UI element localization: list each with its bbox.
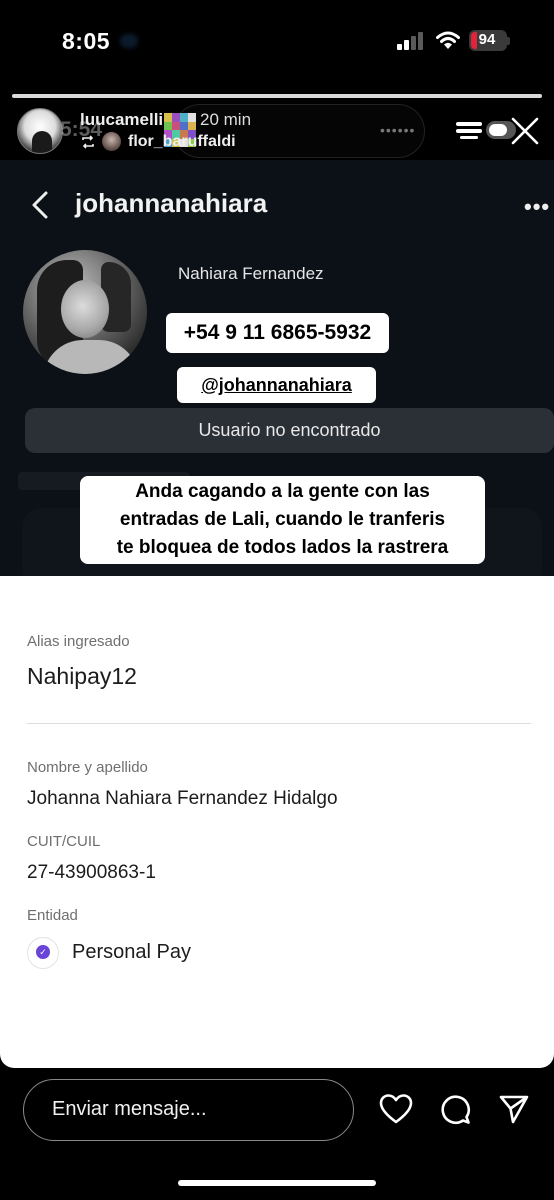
- story-age: 20 min: [200, 110, 252, 129]
- name-label: Nombre y apellido: [27, 759, 148, 776]
- battery-tip: [507, 37, 510, 45]
- transfer-details-panel: Alias ingresado Nahipay12 Nombre y apell…: [0, 576, 554, 1068]
- status-time: 8:05: [62, 28, 111, 54]
- comment-line-2: entradas de Lali, cuando le tranferis: [119, 509, 446, 530]
- story-username[interactable]: luucamelli: [80, 110, 163, 130]
- heart-icon[interactable]: [379, 1093, 413, 1125]
- repost-icon: [82, 135, 94, 149]
- status-bar: 8:05 94: [0, 0, 554, 84]
- profile-screenshot: johannanahiara ••• Nahiara Fernandez +54…: [0, 160, 554, 576]
- cast-icon[interactable]: [455, 119, 483, 141]
- repost-username[interactable]: flor_baruffaldi: [128, 133, 236, 151]
- close-icon[interactable]: [510, 116, 540, 146]
- comment-line-3: te bloquea de todos lados la rastrera: [116, 537, 449, 558]
- comment-icon[interactable]: [439, 1093, 471, 1125]
- entity-value: Personal Pay: [72, 941, 191, 963]
- home-indicator: [178, 1180, 376, 1186]
- phone-sticker: +54 9 11 6865-5932: [166, 313, 389, 353]
- story-progress-bar: [12, 94, 542, 98]
- user-not-found-banner: Usuario no encontrado: [25, 408, 554, 453]
- back-icon[interactable]: [30, 190, 50, 220]
- repost-avatar: [102, 132, 121, 151]
- status-dot: [120, 34, 138, 48]
- name-value: Johanna Nahiara Fernandez Hidalgo: [27, 788, 338, 809]
- check-icon: [27, 937, 59, 969]
- wifi-icon: [436, 31, 460, 49]
- handle-sticker[interactable]: @johannanahiara: [177, 367, 376, 403]
- send-icon[interactable]: [498, 1093, 530, 1125]
- signal-icon: [397, 32, 425, 50]
- divider: [27, 723, 531, 724]
- alias-label: Alias ingresado: [27, 633, 130, 650]
- battery-level: 94: [478, 31, 496, 48]
- cuit-value: 27-43900863-1: [27, 862, 156, 883]
- message-placeholder: Enviar mensaje...: [52, 1098, 207, 1120]
- comment-sticker: Anda cagando a la gente con las entradas…: [80, 476, 485, 564]
- profile-photo: [23, 250, 147, 374]
- comment-line-1: Anda cagando a la gente con las: [135, 481, 430, 502]
- island-dots: ••••••: [380, 122, 416, 138]
- more-icon[interactable]: •••: [524, 194, 550, 220]
- profile-full-name: Nahiara Fernandez: [178, 264, 324, 283]
- battery-icon: 94: [469, 30, 507, 51]
- cuit-label: CUIT/CUIL: [27, 833, 101, 850]
- alias-value: Nahipay12: [27, 663, 137, 689]
- story-avatar[interactable]: [17, 108, 63, 154]
- entity-label: Entidad: [27, 907, 78, 924]
- profile-username: johannanahiara: [75, 188, 268, 218]
